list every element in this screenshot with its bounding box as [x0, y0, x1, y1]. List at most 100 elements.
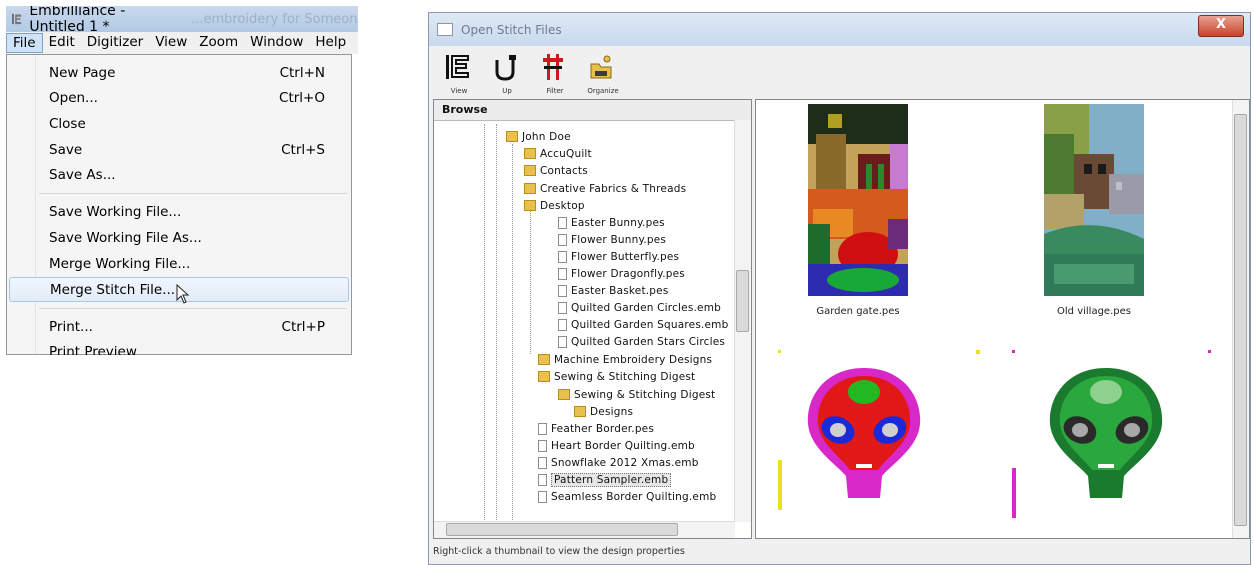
tree-item-label: Easter Basket.pes [571, 284, 669, 297]
thumbnail-caption: Garden gate.pes [816, 306, 900, 317]
filter-icon [543, 54, 563, 80]
tree-item-label: Quilted Garden Circles.emb [571, 301, 722, 314]
organize-button[interactable]: Organize [579, 49, 627, 97]
file-menu-dropdown: New Page Ctrl+N Open... Ctrl+O Close Sav… [6, 54, 352, 355]
menu-view[interactable]: View [149, 33, 193, 53]
dialog-title: Open Stitch Files [461, 22, 562, 37]
tree-item-file[interactable]: Seamless Border Quilting.emb [538, 488, 716, 505]
scrollbar-thumb[interactable] [1234, 114, 1247, 526]
file-icon [538, 456, 547, 469]
menu-item-close[interactable]: Close [9, 111, 349, 136]
tree-item-folder[interactable]: Contacts [524, 162, 588, 179]
file-icon [538, 439, 547, 452]
tree-item-folder[interactable]: Sewing & Stitching Digest [538, 368, 695, 385]
tree-item-folder[interactable]: Creative Fabrics & Threads [524, 180, 686, 197]
up-button[interactable]: Up [483, 49, 531, 97]
menu-help[interactable]: Help [309, 33, 352, 53]
scrollbar-thumb[interactable] [446, 523, 678, 536]
file-icon [558, 284, 567, 297]
close-button[interactable]: X [1198, 15, 1244, 37]
toolbar-label: Organize [587, 87, 619, 95]
tree-item-file[interactable]: Flower Dragonfly.pes [558, 265, 685, 282]
folder-tree[interactable]: Browse John Doe AccuQuilt Contacts Creat… [433, 99, 752, 539]
thumbnail-vertical-scrollbar[interactable] [1232, 100, 1249, 538]
tree-item-file[interactable]: Snowflake 2012 Xmas.emb [538, 454, 699, 471]
menu-item-shortcut: Ctrl+O [279, 89, 325, 106]
menu-window[interactable]: Window [244, 33, 309, 53]
tree-vertical-scrollbar[interactable] [734, 120, 751, 522]
design-preview-image [807, 368, 921, 498]
filter-button[interactable]: Filter [531, 49, 579, 97]
menu-item-label: Merge Stitch File... [50, 281, 176, 298]
menu-edit[interactable]: Edit [43, 33, 81, 53]
view-button[interactable]: View [435, 49, 483, 97]
tree-item-file[interactable]: Easter Basket.pes [558, 282, 669, 299]
menu-separator [39, 308, 347, 309]
tree-item-file[interactable]: Feather Border.pes [538, 420, 654, 437]
tree-item-label: Seamless Border Quilting.emb [551, 490, 717, 503]
dialog-toolbar: View Up Filter Organize [435, 49, 627, 97]
tree-item-file-selected[interactable]: Pattern Sampler.emb [538, 471, 672, 488]
tree-item-folder[interactable]: John Doe [506, 128, 571, 145]
file-icon [538, 473, 547, 486]
tree-line [512, 144, 513, 524]
menu-item-save-working-file[interactable]: Save Working File... [9, 199, 349, 224]
tree-item-folder[interactable]: Machine Embroidery Designs [538, 351, 712, 368]
menu-item-label: Merge Working File... [49, 255, 191, 272]
menu-item-save-working-file-as[interactable]: Save Working File As... [9, 225, 349, 250]
tree-item-folder[interactable]: Desktop [524, 197, 585, 214]
mouse-cursor-icon [176, 284, 190, 304]
tree-line [496, 124, 497, 524]
tree-horizontal-scrollbar[interactable] [434, 521, 735, 538]
file-icon [558, 267, 567, 280]
folder-icon [524, 183, 536, 194]
thumbnail-alien-red[interactable] [802, 366, 926, 506]
tree-item-file[interactable]: Heart Border Quilting.emb [538, 437, 695, 454]
thumbnail-old-village[interactable] [1044, 104, 1144, 296]
app-title-ghost: ...embroidery for Someone Special [191, 11, 358, 27]
thumbnail-garden-gate[interactable] [808, 104, 908, 296]
menu-item-save[interactable]: Save Ctrl+S [9, 137, 349, 162]
trim-marker [778, 350, 781, 353]
tree-item-label: AccuQuilt [540, 147, 592, 160]
tree-item-label: Heart Border Quilting.emb [551, 439, 695, 452]
tree-item-label: Contacts [540, 164, 588, 177]
trim-marker [1012, 468, 1016, 518]
menu-item-label: Print... [49, 318, 93, 335]
tree-item-file[interactable]: Quilted Garden Circles.emb [558, 299, 721, 316]
tree-item-file[interactable]: Easter Bunny.pes [558, 214, 665, 231]
tree-item-file[interactable]: Quilted Garden Squares.emb [558, 316, 728, 333]
scrollbar-thumb[interactable] [736, 270, 749, 332]
folder-icon [574, 406, 586, 417]
status-bar: Right-click a thumbnail to view the desi… [433, 546, 685, 557]
file-icon [558, 335, 567, 348]
title-bar: Embrilliance - Untitled 1 * ...embroider… [6, 6, 358, 35]
app-title-text: Embrilliance - Untitled 1 * [29, 6, 126, 35]
menu-item-new-page[interactable]: New Page Ctrl+N [9, 60, 349, 85]
tree-item-file[interactable]: Flower Butterfly.pes [558, 248, 679, 265]
organize-icon [590, 55, 612, 79]
tree-item-folder[interactable]: Designs [574, 403, 633, 420]
folder-icon [506, 131, 518, 142]
menu-item-merge-working-file[interactable]: Merge Working File... [9, 251, 349, 276]
thumbnail-pane: Garden gate.pes Old village.pes [755, 99, 1250, 539]
tree-item-folder[interactable]: AccuQuilt [524, 145, 592, 162]
menu-separator [39, 193, 347, 194]
menu-digitizer[interactable]: Digitizer [81, 33, 149, 53]
menu-item-shortcut: Ctrl+N [279, 64, 325, 81]
menu-file[interactable]: File [6, 33, 43, 53]
folder-icon [524, 200, 536, 211]
menu-item-open[interactable]: Open... Ctrl+O [9, 85, 349, 110]
tree-item-folder[interactable]: Sewing & Stitching Digest [558, 386, 715, 403]
file-icon [538, 490, 547, 503]
menu-zoom[interactable]: Zoom [193, 33, 244, 53]
menu-item-print-preview[interactable]: Print Preview [9, 339, 349, 356]
menu-bar: File Edit Digitizer View Zoom Window Hel… [6, 32, 358, 54]
design-preview-image [1044, 104, 1144, 296]
menu-item-save-as[interactable]: Save As... [9, 162, 349, 187]
trim-marker [976, 350, 980, 354]
thumbnail-alien-green[interactable] [1044, 366, 1168, 506]
tree-item-file[interactable]: Quilted Garden Stars Circles [558, 333, 725, 350]
tree-item-file[interactable]: Flower Bunny.pes [558, 231, 666, 248]
menu-item-print[interactable]: Print... Ctrl+P [9, 314, 349, 339]
